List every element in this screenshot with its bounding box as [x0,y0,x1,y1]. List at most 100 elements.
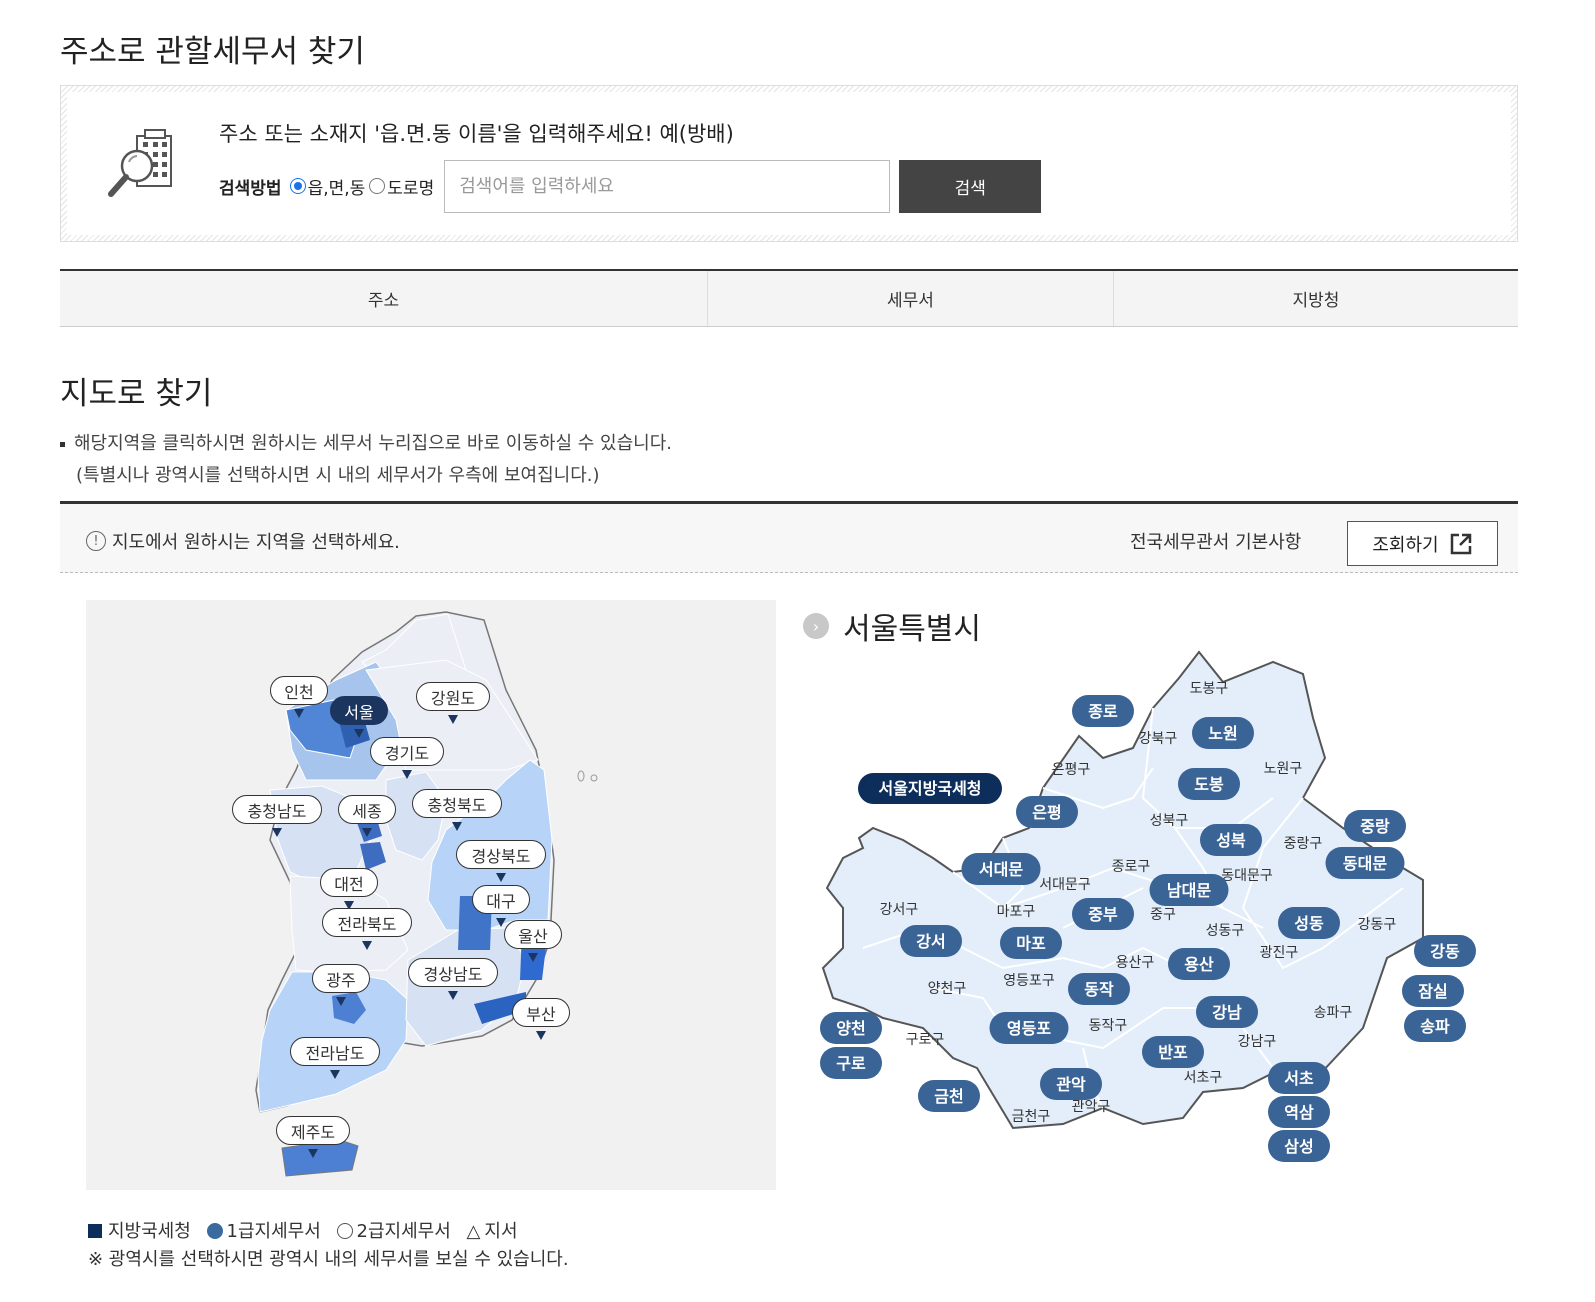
tax-office-삼성[interactable]: 삼성 [1268,1130,1330,1162]
tax-office-송파[interactable]: 송파 [1404,1010,1466,1042]
district-은평구[interactable]: 은평구 [1052,762,1091,778]
region-세종[interactable]: 세종 [338,795,396,837]
region-충청남도[interactable]: 충청남도 [232,795,322,837]
tax-office-노원[interactable]: 노원 [1192,717,1254,749]
svg-text:반포: 반포 [1158,1043,1188,1062]
tax-office-서초[interactable]: 서초 [1268,1062,1330,1094]
region-충청북도[interactable]: 충청북도 [412,789,502,831]
district-중구[interactable]: 중구 [1150,907,1176,923]
tax-office-관악[interactable]: 관악 [1040,1068,1102,1100]
svg-text:잠실: 잠실 [1418,982,1447,1001]
region-pointer-icon [448,991,458,1000]
region-대구[interactable]: 대구 [472,885,530,927]
district-중랑구[interactable]: 중랑구 [1284,836,1323,852]
tax-office-종로[interactable]: 종로 [1072,695,1134,727]
region-서울[interactable]: 서울 [330,696,388,738]
district-도봉구[interactable]: 도봉구 [1190,681,1229,697]
region-경기도[interactable]: 경기도 [370,737,444,779]
district-양천구[interactable]: 양천구 [928,981,967,997]
svg-text:금천: 금천 [934,1087,963,1106]
district-서대문구[interactable]: 서대문구 [1039,877,1091,893]
tax-office-금천[interactable]: 금천 [918,1080,980,1112]
region-전라북도[interactable]: 전라북도 [322,908,412,950]
svg-text:서초: 서초 [1284,1069,1314,1088]
tax-office-강남[interactable]: 강남 [1196,996,1258,1028]
region-pointer-icon [448,715,458,724]
search-input[interactable] [444,159,891,213]
region-pointer-icon [402,770,412,779]
address-search-box: 주소 또는 소재지 '읍.면.동 이름'을 입력해주세요! 예(방배) 검색방법… [60,85,1518,242]
tax-office-동작[interactable]: 동작 [1068,973,1130,1005]
tax-office-은평[interactable]: 은평 [1016,796,1078,828]
region-경상남도[interactable]: 경상남도 [408,958,498,1000]
district-동대문구[interactable]: 동대문구 [1221,868,1273,884]
svg-text:동작: 동작 [1084,980,1114,999]
district-강서구[interactable]: 강서구 [880,902,919,918]
regional-office-legend-icon [88,1224,102,1238]
tax-office-도봉[interactable]: 도봉 [1178,768,1240,800]
tax-office-강서[interactable]: 강서 [900,925,962,957]
district-구로구[interactable]: 구로구 [906,1032,945,1048]
tax-office-양천[interactable]: 양천 [820,1012,882,1044]
tax-office-용산[interactable]: 용산 [1168,948,1230,980]
region-대전[interactable]: 대전 [320,868,378,910]
magnifier-building-icon [108,129,172,197]
district-강북구[interactable]: 강북구 [1139,731,1178,747]
tax-office-잠실[interactable]: 잠실 [1402,975,1464,1007]
district-종로구[interactable]: 종로구 [1112,859,1151,875]
svg-text:중랑: 중랑 [1360,817,1390,836]
query-button[interactable]: 조회하기 [1347,521,1498,566]
tax-office-마포[interactable]: 마포 [1000,927,1062,959]
region-pointer-icon [336,997,346,1006]
region-강원도[interactable]: 강원도 [416,682,490,724]
region-부산[interactable]: 부산 [512,998,570,1040]
district-마포구[interactable]: 마포구 [997,904,1036,920]
search-button[interactable]: 검색 [899,159,1042,213]
column-tax-office: 세무서 [708,271,1114,326]
tax-office-구로[interactable]: 구로 [820,1047,882,1079]
region-pointer-icon [536,1031,546,1040]
district-노원구[interactable]: 노원구 [1264,761,1303,777]
district-강남구[interactable]: 강남구 [1238,1034,1277,1050]
radio-road-name[interactable]: 도로명 [369,174,434,199]
tax-office-영등포[interactable]: 영등포 [989,1012,1069,1044]
district-영등포구[interactable]: 영등포구 [1003,973,1055,989]
tax-office-중부[interactable]: 중부 [1072,898,1134,930]
district-동작구[interactable]: 동작구 [1089,1018,1128,1034]
region-전라남도[interactable]: 전라남도 [290,1037,380,1079]
radio-eup-myeon-dong[interactable]: 읍,면,동 [289,174,365,199]
svg-text:마포: 마포 [1016,934,1046,953]
chevron-right-icon: › [803,613,829,639]
tax-office-반포[interactable]: 반포 [1142,1036,1204,1068]
svg-text:역삼: 역삼 [1284,1103,1314,1122]
tax-office-중랑[interactable]: 중랑 [1344,810,1406,842]
search-instruction: 주소 또는 소재지 '읍.면.동 이름'을 입력해주세요! 예(방배) [219,122,734,146]
district-금천구[interactable]: 금천구 [1012,1109,1051,1125]
district-강동구[interactable]: 강동구 [1358,917,1397,933]
svg-text:남대문: 남대문 [1167,881,1211,900]
region-인천[interactable]: 인천 [270,676,328,718]
region-pointer-icon [452,822,462,831]
region-광주[interactable]: 광주 [312,964,370,1006]
svg-text:양천: 양천 [836,1019,865,1038]
tax-office-동대문[interactable]: 동대문 [1325,847,1405,879]
tax-office-강동[interactable]: 강동 [1414,935,1476,967]
district-송파구[interactable]: 송파구 [1314,1005,1353,1021]
district-성동구[interactable]: 성동구 [1206,923,1245,939]
region-울산[interactable]: 울산 [504,920,562,962]
tax-office-역삼[interactable]: 역삼 [1268,1096,1330,1128]
tax-office-서대문[interactable]: 서대문 [961,853,1041,885]
district-성북구[interactable]: 성북구 [1150,813,1189,829]
district-용산구[interactable]: 용산구 [1116,955,1155,971]
district-광진구[interactable]: 광진구 [1260,945,1299,961]
column-address: 주소 [60,271,708,326]
tax-office-성동[interactable]: 성동 [1278,907,1340,939]
tax-office-성북[interactable]: 성북 [1200,824,1262,856]
region-제주도[interactable]: 제주도 [276,1116,350,1158]
regional-office-label[interactable]: 서울지방국세청 [858,773,1002,804]
district-관악구[interactable]: 관악구 [1072,1099,1111,1115]
tax-office-남대문[interactable]: 남대문 [1149,874,1229,906]
district-서초구[interactable]: 서초구 [1184,1070,1223,1086]
second-class-legend-icon [336,1223,353,1239]
region-경상북도[interactable]: 경상북도 [456,840,546,882]
